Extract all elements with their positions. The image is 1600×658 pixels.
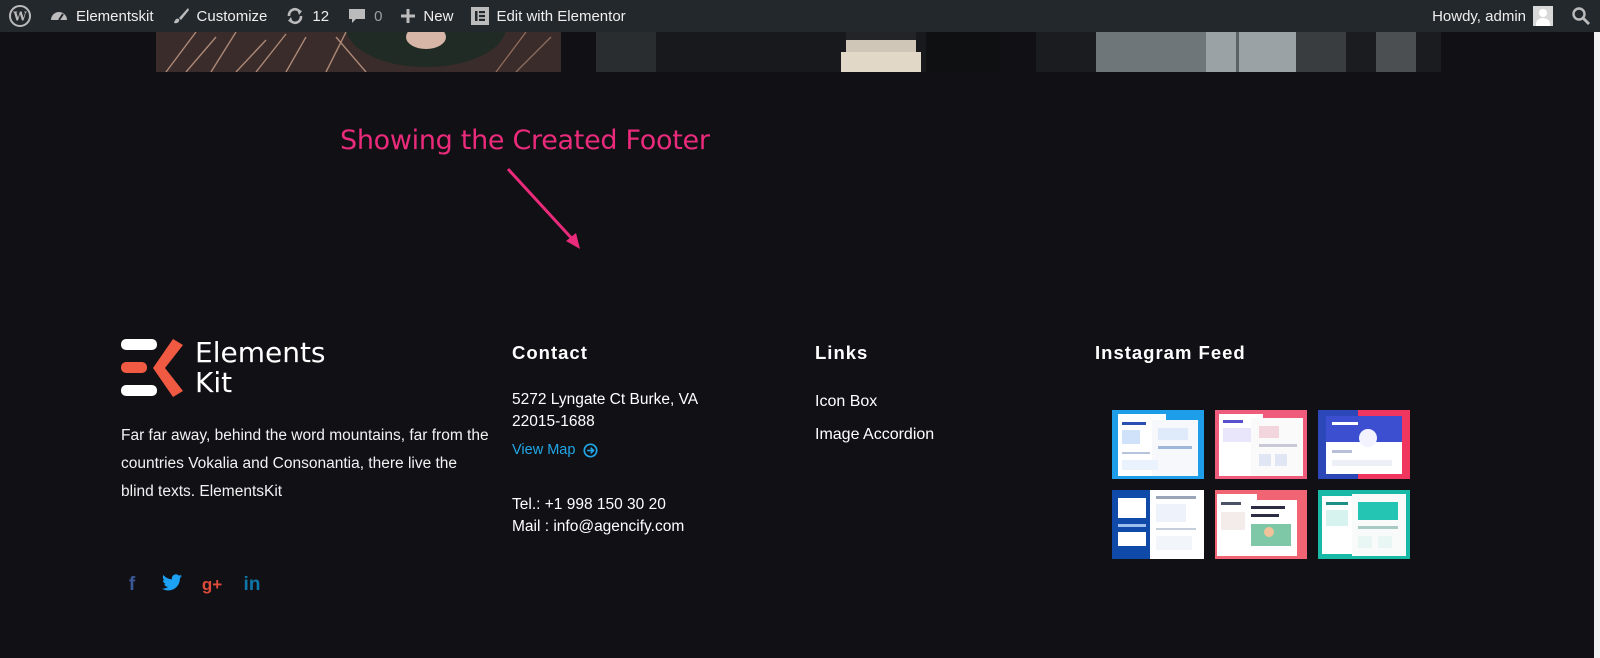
admin-bar: W Elementskit Customize 12 0 New Edit wi… — [0, 0, 1600, 32]
edit-label: Edit with Elementor — [496, 7, 626, 25]
view-map-link[interactable]: View Map — [512, 442, 598, 458]
instagram-tile[interactable] — [1215, 410, 1307, 479]
contact-title: Contact — [512, 342, 588, 363]
gallery-strip — [0, 32, 1600, 72]
avatar — [1533, 6, 1553, 26]
comment-icon — [349, 9, 366, 23]
new-content-menu[interactable]: New — [391, 0, 462, 32]
instagram-tile[interactable] — [1318, 410, 1410, 479]
linkedin-icon[interactable]: in — [241, 574, 263, 596]
links-title: Links — [815, 342, 869, 363]
instagram-title: Instagram Feed — [1095, 342, 1246, 363]
elementskit-logo-icon — [121, 339, 183, 397]
gallery-image[interactable] — [156, 32, 561, 72]
arrow-circle-right-icon — [583, 442, 598, 458]
google-plus-icon[interactable]: g+ — [201, 574, 223, 596]
facebook-icon[interactable]: f — [121, 574, 143, 596]
contact-mail[interactable]: Mail : info@agencify.com — [512, 516, 684, 538]
instagram-grid — [1112, 410, 1410, 559]
account-menu[interactable]: Howdy, admin — [1423, 0, 1562, 32]
dashboard-icon — [51, 12, 67, 21]
logo-text-line1: Elements — [195, 336, 326, 369]
instagram-tile[interactable] — [1318, 490, 1410, 559]
brush-icon — [173, 8, 189, 24]
site-name-menu[interactable]: Elementskit — [40, 0, 163, 32]
updates-link[interactable]: 12 — [276, 0, 338, 32]
comments-link[interactable]: 0 — [338, 0, 391, 32]
link-image-accordion[interactable]: Image Accordion — [815, 426, 934, 444]
logo-text-line2: Kit — [195, 366, 233, 399]
elementskit-logo[interactable]: Elements Kit — [121, 338, 326, 398]
contact-tel: Tel.: +1 998 150 30 20 — [512, 496, 666, 513]
social-links: f g+ in — [121, 574, 263, 596]
search-button[interactable] — [1562, 0, 1600, 32]
annotation-label: Showing the Created Footer — [340, 125, 710, 156]
gallery-image[interactable] — [1036, 32, 1441, 72]
edit-with-elementor-link[interactable]: Edit with Elementor — [462, 0, 634, 32]
address-line1: 5272 Lyngate Ct Burke, VA — [512, 391, 699, 408]
new-label: New — [423, 7, 454, 25]
instagram-tile[interactable] — [1112, 490, 1204, 559]
contact-address: 5272 Lyngate Ct Burke, VA 22015-1688 — [512, 389, 732, 433]
elementor-icon — [471, 7, 490, 25]
site-name: Elementskit — [76, 7, 154, 25]
link-icon-box[interactable]: Icon Box — [815, 393, 877, 411]
about-text: Far far away, behind the word mountains,… — [121, 427, 489, 500]
customize-link[interactable]: Customize — [163, 0, 277, 32]
contact-info: Tel.: +1 998 150 30 20 Mail : info@agenc… — [512, 494, 684, 538]
twitter-icon[interactable] — [161, 574, 183, 596]
annotation-arrow-icon — [506, 167, 580, 249]
instagram-tile[interactable] — [1215, 490, 1307, 559]
svg-text:W: W — [12, 10, 27, 24]
updates-icon — [288, 7, 303, 25]
logo-wordmark: Elements Kit — [195, 338, 326, 398]
search-icon — [1572, 7, 1590, 25]
instagram-tile[interactable] — [1112, 410, 1204, 479]
plus-icon — [401, 9, 416, 23]
comments-count: 0 — [374, 7, 383, 25]
page-scrollbar[interactable] — [1594, 32, 1600, 658]
howdy-label: Howdy, admin — [1432, 7, 1526, 25]
wordpress-logo-icon[interactable]: W — [0, 0, 40, 32]
gallery-image[interactable] — [596, 32, 1001, 72]
updates-count: 12 — [312, 7, 330, 25]
address-line2: 22015-1688 — [512, 413, 595, 430]
customize-label: Customize — [196, 7, 268, 25]
view-map-label: View Map — [512, 442, 576, 458]
